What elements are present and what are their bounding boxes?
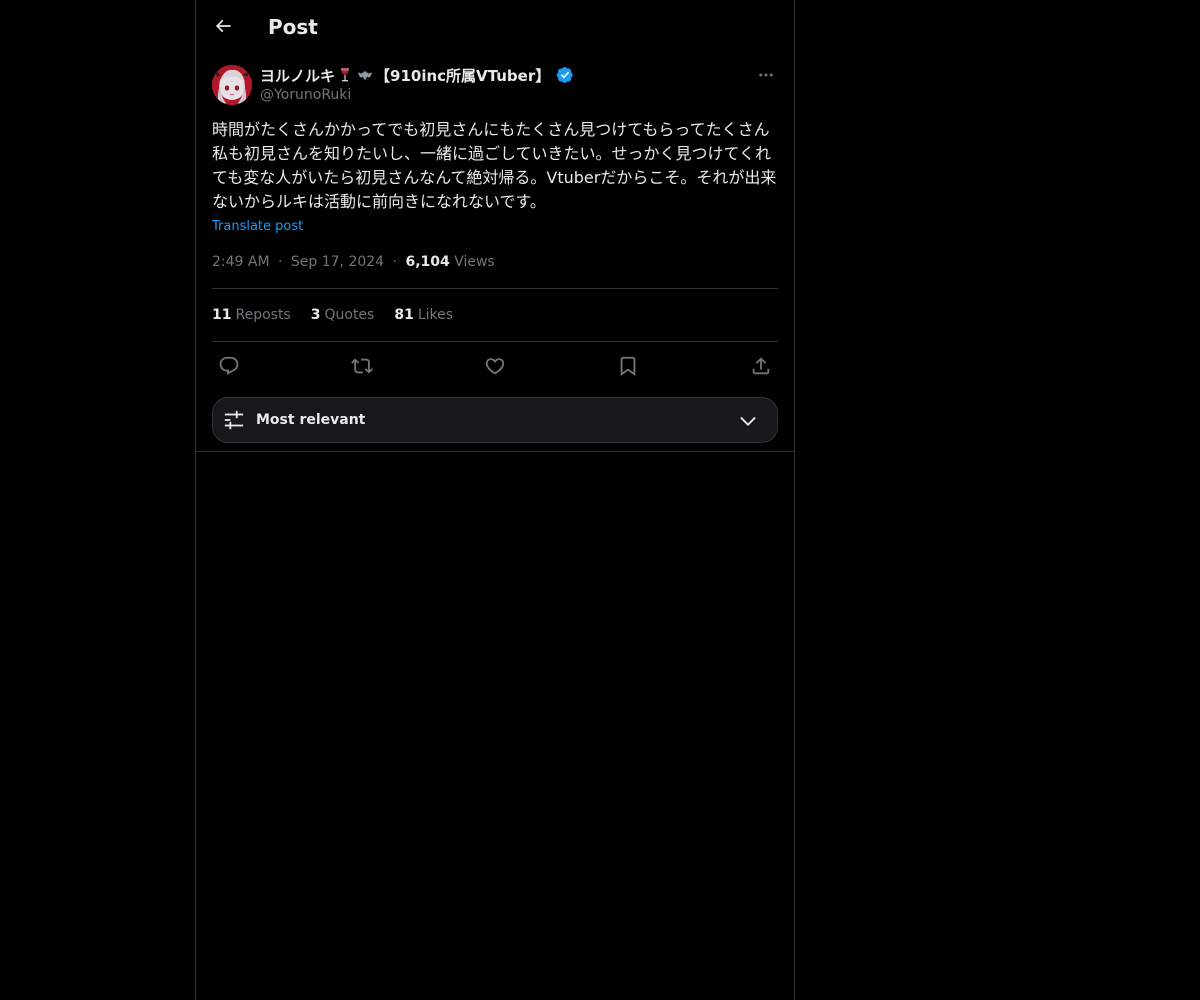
more-dots-icon [759,73,773,77]
heart-icon [485,358,505,375]
bookmark-button[interactable] [611,350,645,382]
post-meta: 2:49 AM · Sep 17, 2024 · 6,104 Views [212,252,495,272]
reply-sort-dropdown[interactable]: Most relevant [212,397,778,443]
reposts-stat[interactable]: 11 Reposts [212,305,291,325]
meta-separator: · [392,254,397,270]
bat-icon [358,71,373,80]
like-button[interactable] [478,350,512,382]
chevron-down-icon [740,416,756,426]
post-column: Post ヨルノルキ 【910inc所属VTuber】 @YorunoRuki … [195,0,795,1000]
page-title: Post [268,15,318,39]
author-name-line[interactable]: ヨルノルキ 【910inc所属VTuber】 [260,64,574,86]
arrow-left-icon [215,19,231,33]
share-icon [752,357,770,375]
engagement-stats: 11 Reposts 3 Quotes 81 Likes [212,305,453,325]
likes-stat[interactable]: 81 Likes [394,305,453,325]
verified-badge-icon [556,66,573,84]
display-name-part1: ヨルノルキ [260,66,336,85]
share-button[interactable] [744,350,778,382]
quotes-label: Quotes [324,307,375,323]
meta-separator: · [278,254,283,270]
sort-label: Most relevant [256,412,366,428]
author-row: ヨルノルキ 【910inc所属VTuber】 @YorunoRuki [212,64,778,106]
sliders-icon [224,410,244,430]
views-count: 6,104 [405,254,450,270]
quotes-stat[interactable]: 3 Quotes [311,305,375,325]
avatar[interactable] [212,65,252,105]
wine-glass-icon [341,68,350,82]
bookmark-icon [620,356,636,377]
quotes-count: 3 [310,307,321,323]
more-options-button[interactable] [754,64,778,86]
post-text: 時間がたくさんかかってでも初見さんにもたくさん見つけてもらってたくさん私も初見さ… [212,120,777,211]
post-date[interactable]: Sep 17, 2024 [291,254,384,270]
action-bar [212,350,778,382]
reply-icon [219,356,239,375]
translate-post-link[interactable]: Translate post [212,218,303,236]
display-name-part2: 【910inc所属VTuber】 [375,66,551,85]
reposts-label: Reposts [235,307,291,323]
likes-label: Likes [417,307,454,323]
back-button[interactable] [206,9,240,43]
likes-count: 81 [394,307,414,323]
avatar-image [212,65,252,105]
top-bar: Post [196,0,794,53]
author-handle[interactable]: @YorunoRuki [260,86,351,104]
repost-button[interactable] [345,350,379,382]
section-divider [196,451,794,452]
post-time[interactable]: 2:49 AM [212,254,270,270]
divider [212,288,778,289]
repost-icon [351,358,373,374]
views-label: Views [454,254,495,270]
reposts-count: 11 [212,307,232,323]
divider [212,341,778,342]
reply-button[interactable] [212,350,246,382]
